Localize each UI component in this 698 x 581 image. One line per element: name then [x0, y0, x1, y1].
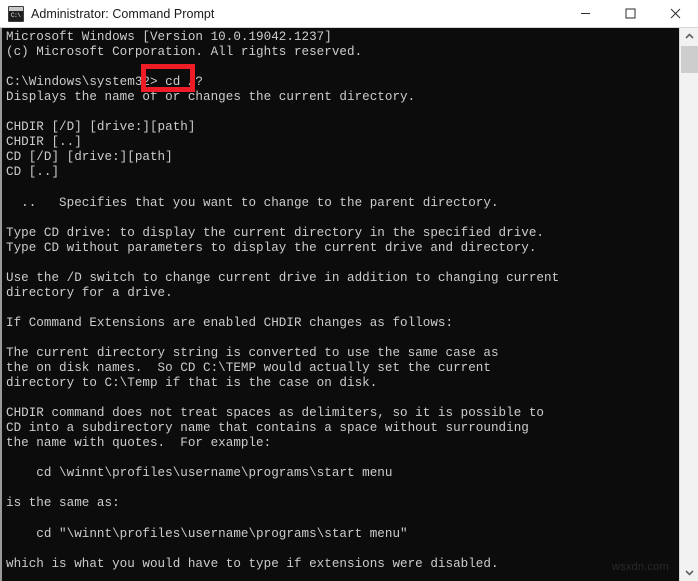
- console-text: Microsoft Windows [Version 10.0.19042.12…: [6, 30, 560, 571]
- chevron-down-icon: [684, 570, 694, 576]
- close-button[interactable]: [653, 0, 698, 27]
- maximize-button[interactable]: [608, 0, 653, 27]
- watermark-text: wsxdn.com: [612, 561, 669, 573]
- minimize-button[interactable]: [563, 0, 608, 27]
- maximize-icon: [625, 8, 636, 19]
- minimize-icon: [581, 13, 590, 14]
- window-title: Administrator: Command Prompt: [31, 6, 215, 21]
- title-bar[interactable]: C:\ Administrator: Command Prompt: [0, 0, 698, 28]
- icon-title-strip: [9, 6, 23, 11]
- vertical-scrollbar[interactable]: [679, 28, 698, 581]
- command-prompt-icon: C:\: [8, 5, 24, 22]
- command-prompt-window: C:\ Administrator: Command Prompt Micros…: [0, 0, 698, 581]
- scroll-up-button[interactable]: [680, 28, 698, 45]
- chevron-up-icon: [684, 33, 694, 39]
- close-icon: [670, 8, 681, 19]
- scrollbar-thumb[interactable]: [681, 46, 698, 73]
- scroll-down-button[interactable]: [680, 564, 698, 581]
- icon-prompt-glyph: C:\: [11, 11, 21, 19]
- console-output-area[interactable]: Microsoft Windows [Version 10.0.19042.12…: [0, 28, 698, 581]
